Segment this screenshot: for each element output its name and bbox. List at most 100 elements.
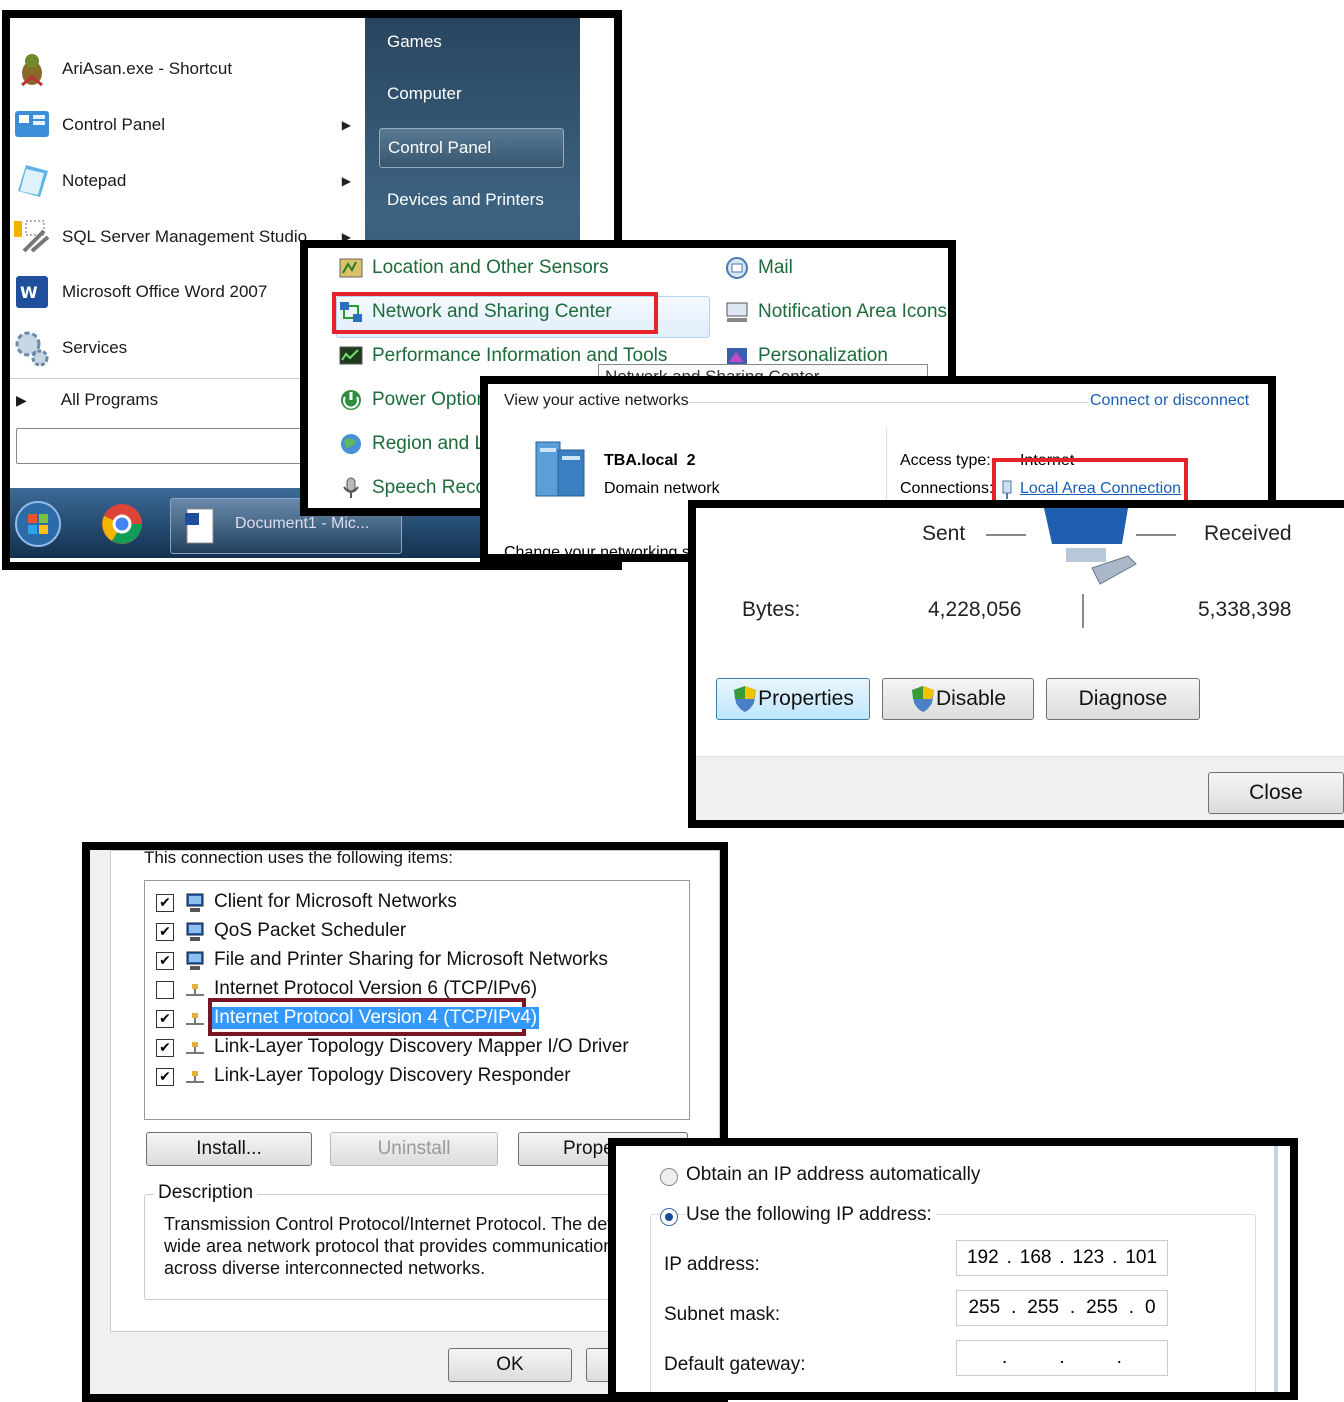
globe-icon [341,434,361,454]
ipv4-properties-dialog: Obtain an IP address automatically Use t… [608,1138,1298,1400]
bytes-label: Bytes: [742,598,801,621]
description-label: Description [154,1182,258,1204]
ok-button[interactable]: OK [448,1348,572,1382]
item-checkbox[interactable]: ✔ [156,1010,174,1028]
start-item-label: Control Panel [62,115,166,134]
cp-item-label: Notification Area Icons [758,301,948,322]
protocol-icon [184,1066,206,1088]
ip-dot: . [1069,1297,1076,1318]
bytes-sent-value: 4,228,056 [928,598,1022,621]
uac-shield-icon [734,686,757,712]
list-item[interactable]: ✔ File and Printer Sharing for Microsoft … [156,948,676,974]
connect-disconnect-link[interactable]: Connect or disconnect [1090,392,1249,410]
ip-octet: 168 [1019,1247,1052,1268]
ip-dot: . [1116,1347,1122,1368]
start-item-label: Notepad [62,171,127,190]
description-line: Transmission Control Protocol/Internet P… [164,1214,613,1234]
ip-dot: . [1006,1247,1012,1268]
start-item-label: Microsoft Office Word 2007 [62,282,268,301]
mask-octet: 255 [968,1297,1001,1318]
items-heading: This connection uses the following items… [144,848,453,867]
network-activity-computer-icon [1044,508,1137,585]
install-button[interactable]: Install... [146,1132,312,1166]
obtain-ip-radio[interactable] [660,1168,678,1186]
all-programs-arrow-icon: ▶ [16,391,27,408]
list-item[interactable]: Internet Protocol Version 6 (TCP/IPv6) [156,977,676,1003]
right-item-devices-printers[interactable]: Devices and Printers [379,180,564,220]
dialog-edge [1274,1146,1278,1392]
obtain-ip-label: Obtain an IP address automatically [686,1164,981,1185]
properties-button-label: Properties [758,687,854,710]
start-item-notepad[interactable]: Notepad ▶ [10,156,365,206]
list-item[interactable]: ✔ QoS Packet Scheduler [156,919,676,945]
properties-button[interactable]: Properties [716,678,870,720]
notepad-icon [18,165,48,197]
performance-monitor-icon [339,346,363,365]
default-gateway-label: Default gateway: [664,1354,806,1375]
frog-shortcut-icon [21,54,43,87]
active-networks-heading: View your active networks [504,392,689,409]
protocol-icon [184,979,206,1001]
item-checkbox[interactable]: ✔ [156,894,174,912]
list-item[interactable]: ✔ Internet Protocol Version 4 (TCP/IPv4) [156,1006,676,1032]
close-button[interactable]: Close [1208,772,1344,814]
item-checkbox[interactable] [156,981,174,999]
item-checkbox[interactable]: ✔ [156,923,174,941]
windows-start-orb-icon[interactable] [14,500,62,548]
right-item-control-panel[interactable]: Control Panel [379,128,564,168]
diagnose-button[interactable]: Diagnose [1046,678,1200,720]
uninstall-button: Uninstall [330,1132,498,1166]
received-line [1136,534,1176,536]
start-item-label: Services [62,338,128,357]
bytes-divider [1082,594,1084,628]
start-item-label: AriAsan.exe - Shortcut [62,59,233,78]
start-item-control-panel[interactable]: Control Panel ▶ [10,100,365,150]
mask-octet: 0 [1144,1297,1156,1318]
start-item-label: SQL Server Management Studio [62,227,308,246]
item-checkbox[interactable]: ✔ [156,952,174,970]
heading-divider [688,402,1088,403]
cp-location-sensors[interactable]: Location and Other Sensors [338,256,609,280]
disable-button[interactable]: Disable [882,678,1034,720]
domain-network-icon [535,441,585,497]
svg-text:W: W [20,283,38,302]
list-item-label: Internet Protocol Version 6 (TCP/IPv6) [214,978,538,999]
protocol-icon [184,1008,206,1030]
ip-octet: 192 [966,1247,999,1268]
cp-item-label: Location and Other Sensors [372,257,609,278]
use-ip-radio[interactable] [660,1208,678,1226]
microphone-icon [343,477,359,498]
control-panel-icon [15,111,49,137]
list-item[interactable]: ✔ Link-Layer Topology Discovery Mapper I/… [156,1035,676,1061]
list-item[interactable]: ✔ Link-Layer Topology Discovery Responder [156,1064,676,1090]
client-network-icon [184,892,206,914]
mask-octet: 255 [1027,1297,1059,1318]
notification-area-icon [726,302,748,322]
cp-mail[interactable]: Mail [724,256,793,280]
description-line: wide area network protocol that provides… [164,1236,614,1256]
ip-dot: . [1002,1347,1008,1368]
ip-octet: 101 [1125,1247,1158,1268]
cp-item-label: Mail [758,257,793,278]
subnet-mask-label: Subnet mask: [664,1304,781,1325]
chrome-icon[interactable] [100,502,144,546]
network-type: Domain network [604,480,720,497]
default-gateway-field[interactable]: . . . [956,1340,1168,1376]
start-item-ariasan[interactable]: AriAsan.exe - Shortcut [10,44,365,94]
right-item-computer[interactable]: Computer [379,74,564,114]
mask-octet: 255 [1086,1297,1118,1318]
highlight-box [332,292,658,334]
item-checkbox[interactable]: ✔ [156,1068,174,1086]
ip-address-field[interactable]: 192. 168. 123. 101 [956,1240,1168,1276]
right-item-games[interactable]: Games [379,22,564,62]
cp-power-options[interactable]: Power Options [338,388,497,412]
power-options-icon [341,390,361,410]
all-programs-label: All Programs [60,390,159,409]
subnet-mask-field[interactable]: 255. 255. 255. 0 [956,1290,1168,1326]
change-settings-heading: Change your networking se [504,544,699,561]
item-checkbox[interactable]: ✔ [156,1039,174,1057]
computer-network-icon [184,921,206,943]
network-name: TBA.local 2 [604,452,696,469]
list-item[interactable]: ✔ Client for Microsoft Networks [156,890,676,916]
cp-notification-icons[interactable]: Notification Area Icons [724,300,947,324]
